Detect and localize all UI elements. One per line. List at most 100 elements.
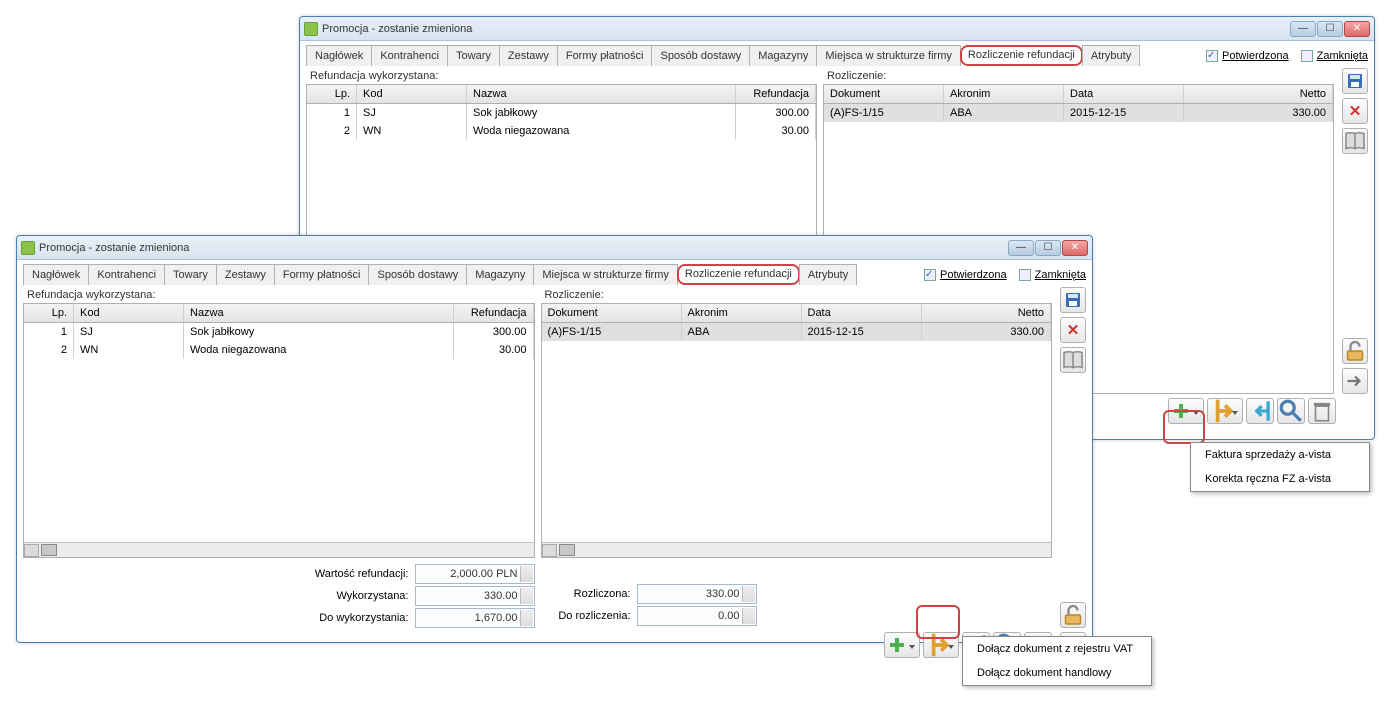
window-title: Promocja - zostanie zmieniona: [39, 242, 1008, 254]
tab-miejsca[interactable]: Miejsca w strukturze firmy: [816, 45, 961, 66]
scrollbar-h[interactable]: [542, 542, 1052, 557]
col-netto[interactable]: Netto: [1184, 85, 1333, 103]
tab-rozliczenie[interactable]: Rozliczenie refundacji: [677, 264, 800, 285]
col-akronim[interactable]: Akronim: [682, 304, 802, 322]
lock-button[interactable]: [1060, 602, 1086, 628]
label-do-wyk: Do wykorzystania:: [319, 612, 408, 624]
col-data[interactable]: Data: [802, 304, 922, 322]
menu-item-vat[interactable]: Dołącz dokument z rejestru VAT: [963, 637, 1151, 661]
input-do-rozl[interactable]: [637, 606, 757, 626]
close-button[interactable]: ✕: [1062, 240, 1088, 256]
delete-button[interactable]: [1308, 398, 1336, 424]
close-button[interactable]: ✕: [1344, 21, 1370, 37]
disk-icon: [1065, 292, 1081, 308]
side-toolbar: ✕: [1060, 287, 1086, 658]
cancel-button[interactable]: ✕: [1342, 98, 1368, 124]
bracket-out-icon: [1247, 398, 1273, 424]
side-toolbar: ✕: [1342, 68, 1368, 394]
tab-atrybuty[interactable]: Atrybuty: [799, 264, 857, 285]
grid-refund: Lp. Kod Nazwa Refundacja 1 SJ Sok jabłko…: [23, 303, 535, 558]
menu-item-faktura[interactable]: Faktura sprzedaży a-vista: [1191, 443, 1369, 467]
menu-item-korekta[interactable]: Korekta ręczna FZ a-vista: [1191, 467, 1369, 491]
book-icon: [1061, 348, 1085, 372]
titlebar[interactable]: Promocja - zostanie zmieniona — ☐ ✕: [300, 17, 1374, 41]
scrollbar-h[interactable]: [24, 542, 534, 557]
col-refundacja[interactable]: Refundacja: [736, 85, 816, 103]
col-data[interactable]: Data: [1064, 85, 1184, 103]
tab-magazyny[interactable]: Magazyny: [749, 45, 817, 66]
tab-miejsca[interactable]: Miejsca w strukturze firmy: [533, 264, 678, 285]
table-row[interactable]: (A)FS-1/15 ABA 2015-12-15 330.00: [542, 323, 1052, 341]
label-wyk: Wykorzystana:: [336, 590, 408, 602]
section-right-label: Rozliczenie:: [823, 68, 1334, 84]
col-nazwa[interactable]: Nazwa: [184, 304, 454, 322]
tab-dostawa[interactable]: Sposób dostawy: [651, 45, 750, 66]
col-dokument[interactable]: Dokument: [824, 85, 944, 103]
tab-formy[interactable]: Formy płatności: [274, 264, 370, 285]
add-split-button[interactable]: [1168, 398, 1204, 424]
book-button[interactable]: [1060, 347, 1086, 373]
col-refundacja[interactable]: Refundacja: [454, 304, 534, 322]
tab-dostawa[interactable]: Sposób dostawy: [368, 264, 467, 285]
col-kod[interactable]: Kod: [74, 304, 184, 322]
col-dokument[interactable]: Dokument: [542, 304, 682, 322]
grid-rozliczenie: Dokument Akronim Data Netto (A)FS-1/15 A…: [541, 303, 1053, 558]
maximize-button[interactable]: ☐: [1317, 21, 1343, 37]
input-wyk[interactable]: [415, 586, 535, 606]
checkbox-zamknieta[interactable]: [1019, 269, 1031, 281]
table-row[interactable]: 1 SJ Sok jabłkowy 300.00: [24, 323, 534, 341]
table-row[interactable]: 2 WN Woda niegazowana 30.00: [24, 341, 534, 359]
tab-zestawy[interactable]: Zestawy: [216, 264, 275, 285]
lock-button[interactable]: [1342, 338, 1368, 364]
search-button[interactable]: [1277, 398, 1305, 424]
save-button[interactable]: [1342, 68, 1368, 94]
tab-zestawy[interactable]: Zestawy: [499, 45, 558, 66]
section-left-label: Refundacja wykorzystana:: [306, 68, 817, 84]
col-kod[interactable]: Kod: [357, 85, 467, 103]
input-rozl[interactable]: [637, 584, 757, 604]
tabs: Nagłówek Kontrahenci Towary Zestawy Form…: [306, 45, 1139, 66]
tab-rozliczenie[interactable]: Rozliczenie refundacji: [960, 45, 1083, 66]
maximize-button[interactable]: ☐: [1035, 240, 1061, 256]
save-button[interactable]: [1060, 287, 1086, 313]
minimize-button[interactable]: —: [1290, 21, 1316, 37]
table-row[interactable]: (A)FS-1/15 ABA 2015-12-15 330.00: [824, 104, 1333, 122]
tabs: Nagłówek Kontrahenci Towary Zestawy Form…: [23, 264, 856, 285]
checkbox-potwierdzona[interactable]: [1206, 50, 1218, 62]
label-rozl: Rozliczona:: [541, 588, 631, 600]
checkbox-zamknieta[interactable]: [1301, 50, 1313, 62]
minimize-button[interactable]: —: [1008, 240, 1034, 256]
menu-item-handlowy[interactable]: Dołącz dokument handlowy: [963, 661, 1151, 685]
tab-magazyny[interactable]: Magazyny: [466, 264, 534, 285]
tab-towary[interactable]: Towary: [447, 45, 500, 66]
attach-split-button[interactable]: [1207, 398, 1243, 424]
plus-icon: [1173, 403, 1189, 419]
table-row[interactable]: 2 WN Woda niegazowana 30.00: [307, 122, 816, 140]
detach-button[interactable]: [1246, 398, 1274, 424]
cancel-button[interactable]: ✕: [1060, 317, 1086, 343]
tab-naglowek[interactable]: Nagłówek: [23, 264, 89, 285]
tab-naglowek[interactable]: Nagłówek: [306, 45, 372, 66]
arrow-button[interactable]: [1342, 368, 1368, 394]
tab-atrybuty[interactable]: Atrybuty: [1082, 45, 1140, 66]
col-lp[interactable]: Lp.: [24, 304, 74, 322]
col-akronim[interactable]: Akronim: [944, 85, 1064, 103]
titlebar[interactable]: Promocja - zostanie zmieniona — ☐ ✕: [17, 236, 1092, 260]
tab-towary[interactable]: Towary: [164, 264, 217, 285]
book-button[interactable]: [1342, 128, 1368, 154]
attach-split-button[interactable]: [923, 632, 959, 658]
col-netto[interactable]: Netto: [922, 304, 1052, 322]
add-split-button[interactable]: [884, 632, 920, 658]
popup-menu-back: Faktura sprzedaży a-vista Korekta ręczna…: [1190, 442, 1370, 492]
unlock-icon: [1343, 339, 1367, 363]
bracket-in-icon: [928, 630, 958, 660]
checkbox-potwierdzona[interactable]: [924, 269, 936, 281]
tab-formy[interactable]: Formy płatności: [557, 45, 653, 66]
input-do-wyk[interactable]: [415, 608, 535, 628]
tab-kontrahenci[interactable]: Kontrahenci: [88, 264, 165, 285]
tab-kontrahenci[interactable]: Kontrahenci: [371, 45, 448, 66]
input-wartosc[interactable]: [415, 564, 535, 584]
table-row[interactable]: 1 SJ Sok jabłkowy 300.00: [307, 104, 816, 122]
col-lp[interactable]: Lp.: [307, 85, 357, 103]
col-nazwa[interactable]: Nazwa: [467, 85, 736, 103]
